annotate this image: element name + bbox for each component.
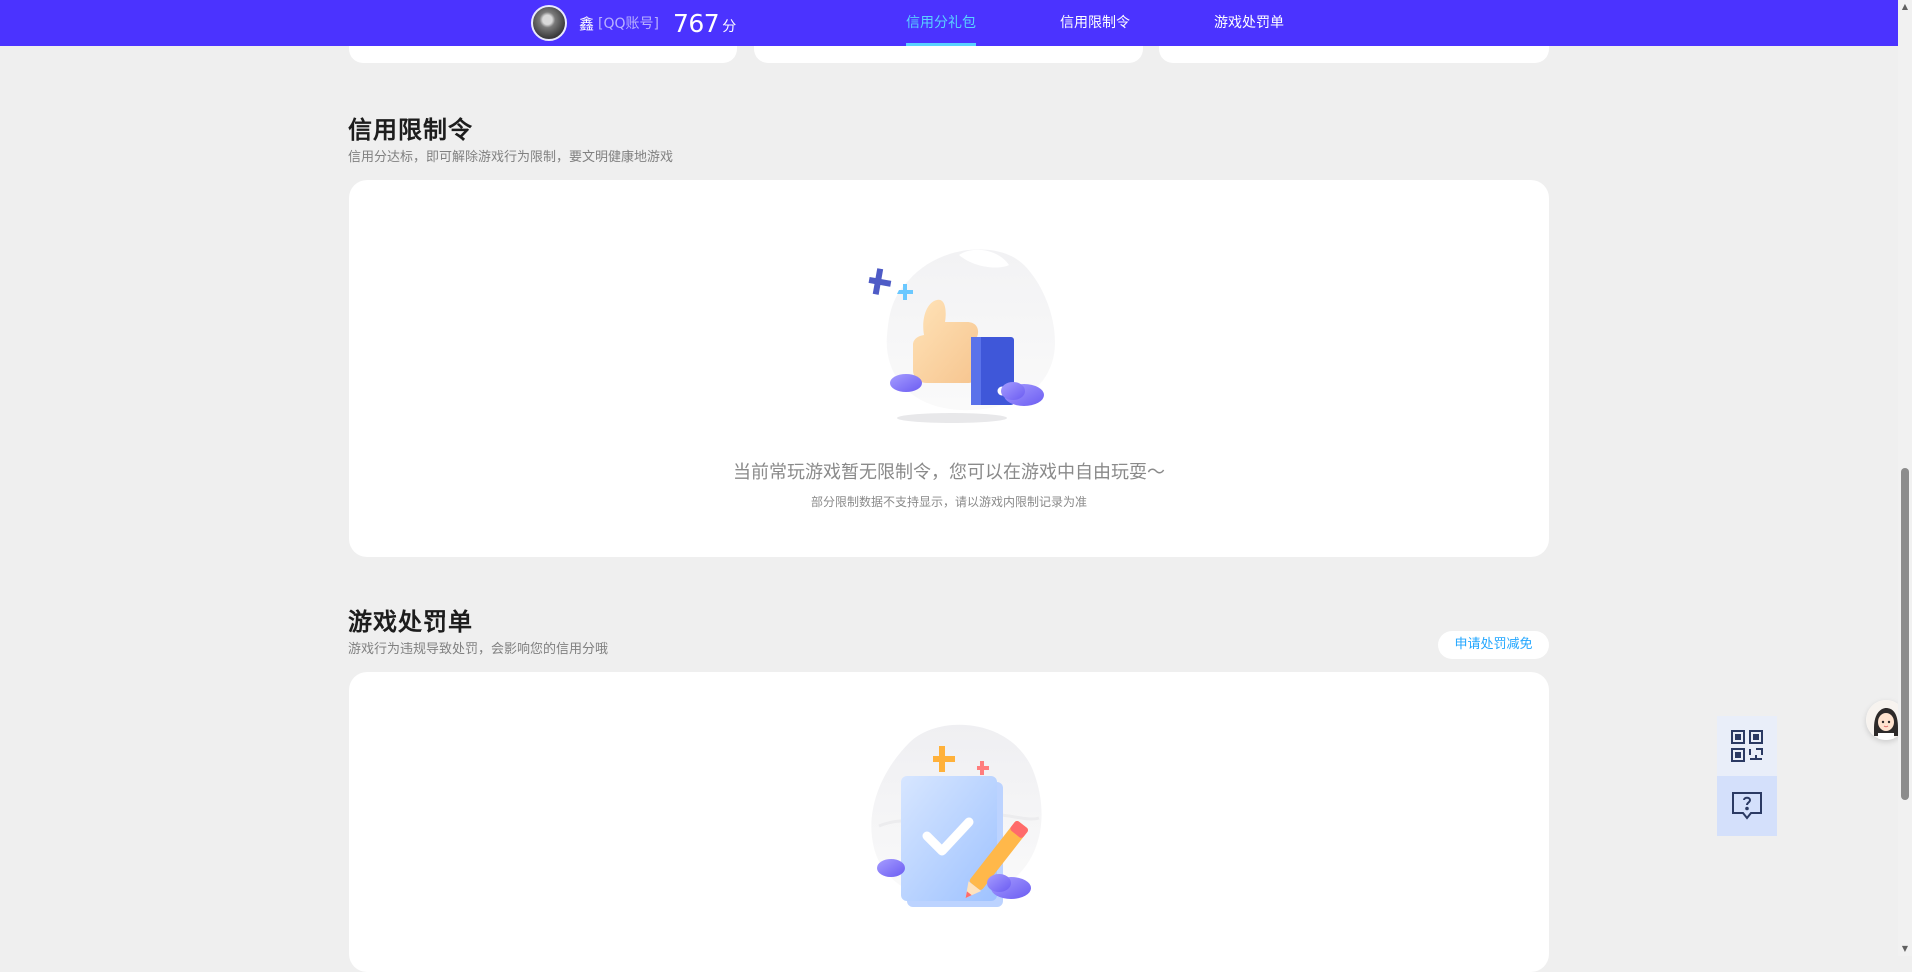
qr-code-icon <box>1731 730 1763 762</box>
active-tab-indicator <box>906 43 976 46</box>
thumbs-up-icon <box>868 249 1055 423</box>
tab-game-penalty[interactable]: 游戏处罚单 <box>1214 0 1284 46</box>
tab-credit-restriction[interactable]: 信用限制令 <box>1060 0 1130 46</box>
restriction-empty-note: 部分限制数据不支持显示，请以游戏内限制记录为准 <box>810 495 1087 509</box>
restriction-panel: 当前常玩游戏暂无限制令，您可以在游戏中自由玩耍～ 部分限制数据不支持显示，请以游… <box>349 180 1549 557</box>
user-info: 鑫 [QQ账号] 767 分 <box>531 5 736 41</box>
penalty-section-title: 游戏处罚单 <box>348 608 473 636</box>
credit-score: 767 <box>672 8 720 38</box>
vertical-scrollbar-thumb[interactable] <box>1901 468 1909 800</box>
restriction-empty-title: 当前常玩游戏暂无限制令，您可以在游戏中自由玩耍～ <box>733 462 1165 483</box>
apply-penalty-reduction-button[interactable]: 申请处罚减免 <box>1438 631 1549 659</box>
scroll-down-arrow-icon[interactable]: ▼ <box>1900 944 1910 954</box>
help-chat-icon <box>1732 792 1762 820</box>
tab-label: 信用分礼包 <box>906 15 976 31</box>
tab-label: 游戏处罚单 <box>1214 15 1284 31</box>
penalty-section-subtitle: 游戏行为违规导致处罚，会影响您的信用分哦 <box>348 642 609 657</box>
restriction-section-subtitle: 信用分达标，即可解除游戏行为限制，要文明健康地游戏 <box>348 150 674 165</box>
restriction-section-title: 信用限制令 <box>348 116 473 144</box>
top-navigation-bar: 鑫 [QQ账号] 767 分 信用分礼包 信用限制令 游戏处罚单 <box>0 0 1898 46</box>
help-feedback-button[interactable] <box>1717 776 1777 836</box>
credit-score-unit: 分 <box>722 19 737 35</box>
scroll-up-arrow-icon[interactable]: ▲ <box>1900 2 1910 12</box>
tab-label: 信用限制令 <box>1060 15 1130 31</box>
user-avatar[interactable] <box>531 5 567 41</box>
account-type: [QQ账号] <box>598 16 659 32</box>
tab-credit-gift[interactable]: 信用分礼包 <box>906 0 976 46</box>
qr-code-button[interactable] <box>1717 716 1777 776</box>
penalty-panel <box>349 672 1549 972</box>
clipboard-check-icon <box>871 724 1042 907</box>
username: 鑫 <box>579 14 595 33</box>
